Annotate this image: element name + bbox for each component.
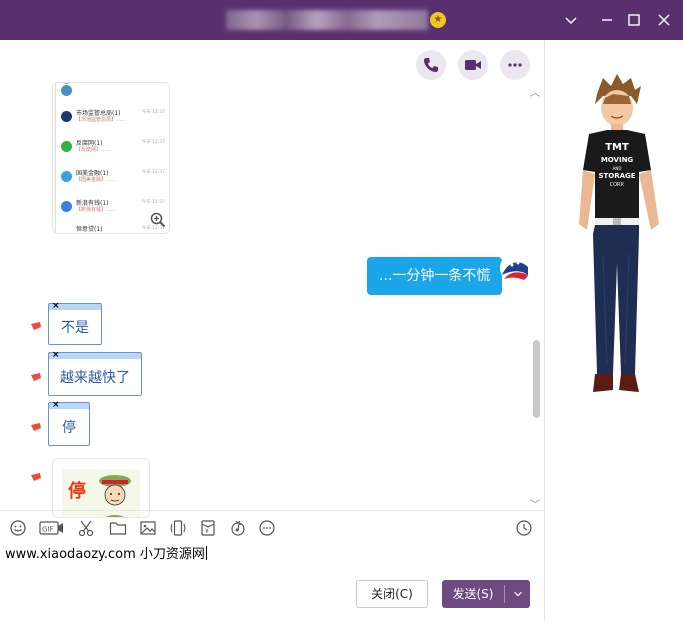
image-icon[interactable] <box>137 517 159 539</box>
more-icon[interactable] <box>256 517 278 539</box>
shirt-text: TMT <box>605 142 629 153</box>
video-icon[interactable] <box>458 50 488 80</box>
svg-text:¥: ¥ <box>205 528 209 535</box>
svg-text:GIF: GIF <box>42 526 54 534</box>
phone-icon[interactable] <box>416 50 446 80</box>
gif-message[interactable]: 停 <box>52 458 150 518</box>
message-input[interactable]: www.xiaodaozy.com 小刀资源网 <box>5 543 207 562</box>
close-icon[interactable] <box>652 8 676 32</box>
peer-avatar-icon[interactable] <box>30 422 42 432</box>
my-message-bubble[interactable]: ...一分钟一条不慌 <box>367 257 503 295</box>
show-avatar-figure[interactable]: TMT MOVING AND STORAGE CORP. <box>567 74 667 420</box>
minimize-icon[interactable] <box>595 8 619 32</box>
maximize-icon[interactable] <box>622 8 646 32</box>
zoom-in-icon[interactable] <box>150 212 166 228</box>
title-bar[interactable]: ★ <box>0 0 683 40</box>
scroll-down-icon[interactable]: ﹀ <box>530 496 540 511</box>
history-icon[interactable] <box>513 517 535 539</box>
list-item: 反腐网(1) 【反腐网】…… 今天 12:37 <box>57 137 167 167</box>
sticker-message[interactable]: × 不是 <box>48 301 102 345</box>
peer-avatar-icon[interactable] <box>30 321 42 331</box>
shirt-text: AND <box>613 166 622 171</box>
more-icon[interactable] <box>500 50 530 80</box>
sticker-message[interactable]: × 停 <box>48 400 90 446</box>
music-icon[interactable] <box>227 517 249 539</box>
blurred-contact-name <box>226 10 428 30</box>
list-item: 国美金融(1) 【国美金融】…… 今天 12:37 <box>57 167 167 197</box>
divider <box>0 510 544 511</box>
gif-icon[interactable]: GIF <box>38 517 66 539</box>
chevron-down-icon[interactable] <box>508 580 528 608</box>
peer-avatar-icon[interactable] <box>30 372 42 382</box>
shirt-text: MOVING <box>601 156 634 164</box>
close-button[interactable]: 关闭(C) <box>356 580 428 608</box>
chat-window: ★ 市场监管总局(1) 【市场监管总局】…… 今天 12:37 反腐网(1) 【… <box>0 0 683 621</box>
shake-icon[interactable] <box>167 517 189 539</box>
shirt-text: STORAGE <box>598 172 635 180</box>
emoji-icon[interactable] <box>7 517 29 539</box>
chevron-down-icon[interactable] <box>559 8 583 32</box>
scrollbar-thumb[interactable] <box>533 340 540 418</box>
show-avatar-pane: TMT MOVING AND STORAGE CORP. <box>545 40 683 621</box>
sticker-message[interactable]: × 越来越快了 <box>48 350 142 396</box>
star-badge-icon: ★ <box>430 12 446 28</box>
peer-avatar-icon[interactable] <box>30 472 42 482</box>
chat-pane: 市场监管总局(1) 【市场监管总局】…… 今天 12:37 反腐网(1) 【反腐… <box>0 40 544 621</box>
red-packet-icon[interactable]: ¥ <box>197 517 219 539</box>
scissors-icon[interactable] <box>75 517 97 539</box>
send-button[interactable]: 发送(S) <box>442 580 530 608</box>
avatar[interactable] <box>500 253 530 283</box>
folder-icon[interactable] <box>107 517 129 539</box>
list-item: 市场监管总局(1) 【市场监管总局】…… 今天 12:37 <box>57 107 167 137</box>
shirt-text: CORP. <box>610 182 625 188</box>
scroll-up-icon[interactable]: ︿ <box>530 84 540 99</box>
